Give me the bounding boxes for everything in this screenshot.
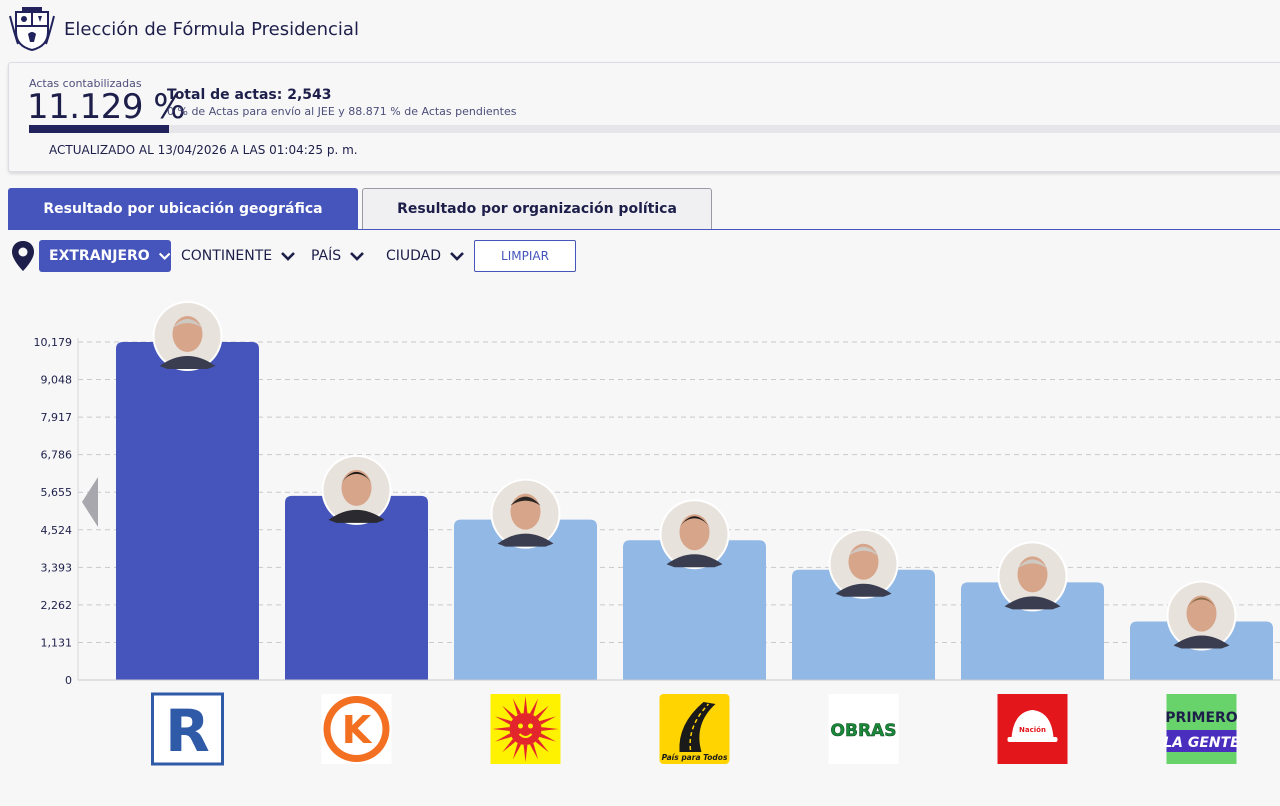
- results-bar-chart: 0 1,131 2,262 3,393 4,524 5,655 6,786 7,917 9,04…: [34, 301, 1280, 766]
- pending-note: 0 % de Actas para envío al JEE y 88.871 …: [167, 105, 517, 118]
- candidate-4-photo: [659, 499, 730, 570]
- svg-text:País para Todos: País para Todos: [662, 753, 728, 762]
- candidate-6-photo: [997, 541, 1068, 612]
- page-title: Elección de Fórmula Presidencial: [64, 19, 359, 40]
- svg-text:OBRAS: OBRAS: [831, 721, 897, 741]
- city-dropdown[interactable]: CIUDAD: [386, 240, 465, 272]
- y-tick-label: 5,655: [41, 486, 73, 499]
- pais-para-todos-road-logo: País para Todos: [659, 694, 730, 764]
- total-actas: Total de actas: 2,543: [167, 87, 332, 103]
- progress-bar: [29, 125, 1280, 133]
- progress-fill: [29, 125, 170, 133]
- y-tick-label: 7,917: [41, 411, 73, 424]
- scope-label: EXTRANJERO: [49, 248, 150, 264]
- chevron-down-icon: [450, 252, 464, 261]
- helmet-party-logo: Nación: [997, 694, 1068, 764]
- renovacion-popular-r-logo: R: [151, 692, 224, 766]
- svg-text:R: R: [165, 697, 210, 765]
- y-tick-label: 3,393: [41, 561, 73, 574]
- tab-political-org[interactable]: Resultado por organización política: [362, 188, 712, 229]
- continent-dropdown[interactable]: CONTINENTE: [181, 240, 296, 272]
- y-tick-label: 2,262: [41, 599, 73, 612]
- bar-1[interactable]: [116, 342, 259, 680]
- y-tick-label: 9,048: [41, 374, 73, 387]
- scope-dropdown[interactable]: EXTRANJERO: [39, 240, 171, 272]
- y-tick-label: 0: [65, 674, 72, 687]
- y-tick-label: 6,786: [41, 449, 73, 462]
- country-dropdown[interactable]: PAÍS: [311, 240, 365, 272]
- svg-text:Nación: Nación: [1019, 726, 1046, 734]
- candidate-7-photo: [1166, 580, 1237, 651]
- updated-timestamp: ACTUALIZADO AL 13/04/2026 A LAS 01:04:25…: [49, 143, 358, 157]
- candidate-3-photo: [490, 478, 561, 549]
- city-label: CIUDAD: [386, 248, 442, 264]
- peru-coat-of-arms-icon: [9, 7, 55, 52]
- top-bar: Elección de Fórmula Presidencial: [0, 0, 1280, 60]
- tab-geographic[interactable]: Resultado por ubicación geográfica: [8, 188, 358, 229]
- chevron-down-icon: [158, 252, 171, 261]
- map-pin-icon: [12, 241, 34, 271]
- y-tick-label: 10,179: [34, 336, 73, 349]
- candidate-2-photo: [321, 454, 392, 525]
- continent-label: CONTINENTE: [181, 248, 273, 264]
- candidate-1-photo: [152, 301, 223, 371]
- svg-text:K: K: [342, 708, 373, 752]
- fuerza-popular-k-logo: K: [321, 694, 392, 764]
- y-tick-label: 1,131: [41, 636, 73, 649]
- chevron-down-icon: [281, 252, 296, 261]
- chevron-down-icon: [350, 252, 365, 261]
- actas-percent: 11.129 %: [27, 87, 186, 127]
- tab-divider: [8, 229, 1280, 230]
- primero-la-gente-logo: PRIMERO LA GENTE: [1163, 694, 1240, 764]
- obras-logo: OBRAS: [828, 694, 899, 764]
- scroll-left-icon[interactable]: [82, 477, 98, 527]
- clear-filters-button[interactable]: LIMPIAR: [474, 240, 576, 272]
- candidate-5-photo: [828, 528, 899, 599]
- svg-text:PRIMERO: PRIMERO: [1165, 710, 1238, 726]
- svg-text:LA GENTE: LA GENTE: [1163, 735, 1240, 751]
- country-label: PAÍS: [311, 248, 342, 264]
- sun-party-logo: [490, 694, 561, 764]
- progress-card: Actas contabilizadas 11.129 % Total de a…: [8, 62, 1280, 172]
- y-tick-label: 4,524: [41, 524, 73, 537]
